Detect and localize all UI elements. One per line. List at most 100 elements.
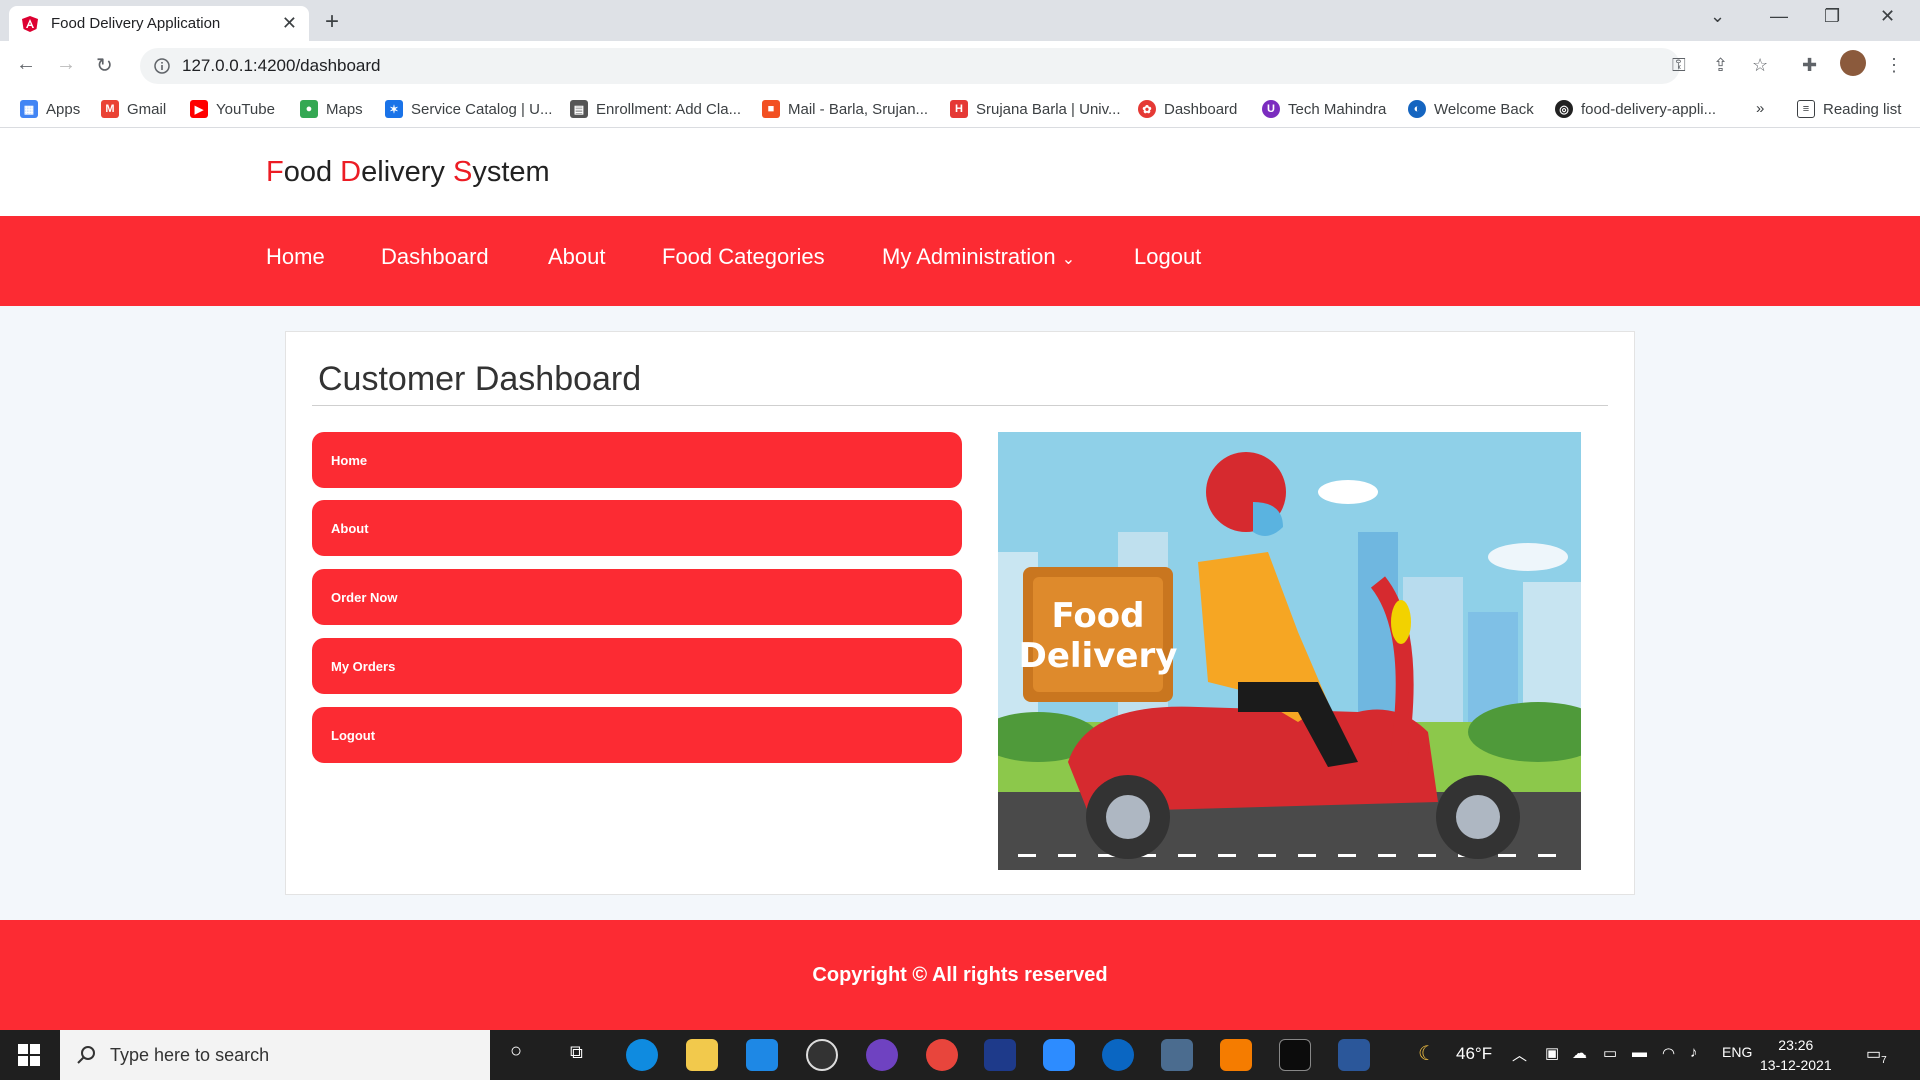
nav-my-administration[interactable]: My Administration ⌄ <box>882 244 1075 270</box>
clock[interactable]: 23:26 13-12-2021 <box>1760 1035 1832 1075</box>
reading-list-button[interactable]: ≡ Reading list <box>1797 100 1901 118</box>
profile-avatar[interactable] <box>1840 50 1866 76</box>
browser-tab[interactable]: Food Delivery Application ✕ <box>9 6 309 41</box>
minimize-icon[interactable]: — <box>1770 6 1788 27</box>
bookmark-service-catalog[interactable]: ✶ Service Catalog | U... <box>385 100 552 118</box>
download-icon[interactable] <box>1161 1039 1193 1071</box>
bookmark-mail[interactable]: ■ Mail - Barla, Srujan... <box>762 100 928 118</box>
weather-moon-icon: ☾ <box>1418 1043 1436 1065</box>
title-divider <box>312 405 1608 406</box>
tech-mahindra-icon: U <box>1262 100 1280 118</box>
cortana-icon[interactable]: ○ <box>510 1040 522 1063</box>
notification-icon[interactable]: ▭7 <box>1866 1044 1887 1066</box>
weather-temp[interactable]: 46°F <box>1456 1044 1492 1064</box>
dashboard-card: Customer Dashboard Home About Order Now … <box>285 331 1635 895</box>
bookmark-apps[interactable]: ▦ Apps <box>20 100 80 118</box>
tab-title: Food Delivery Application <box>51 15 221 32</box>
service-catalog-icon: ✶ <box>385 100 403 118</box>
site-header: Food Delivery System <box>0 128 1920 216</box>
restore-icon[interactable]: ❐ <box>1824 6 1840 27</box>
address-bar[interactable]: 127.0.0.1:4200/dashboard <box>140 48 1680 84</box>
windows-taskbar: Type here to search ○ ⧉ ☾ 46°F ︿ ▣ ☁ ▭ ▬… <box>0 1030 1920 1080</box>
more-bookmarks-button[interactable]: » <box>1756 100 1764 117</box>
webstorm-icon[interactable] <box>984 1039 1016 1071</box>
language-indicator[interactable]: ENG <box>1722 1044 1752 1060</box>
meet-icon[interactable]: ▣ <box>1545 1044 1559 1062</box>
wifi-icon[interactable]: ◠ <box>1662 1044 1675 1062</box>
nav-food-categories[interactable]: Food Categories <box>662 244 825 270</box>
clock-date: 13-12-2021 <box>1760 1057 1832 1073</box>
close-tab-icon[interactable]: ✕ <box>282 13 297 34</box>
display-icon[interactable]: ▭ <box>1603 1044 1617 1062</box>
bookmark-star-icon[interactable]: ☆ <box>1752 55 1768 76</box>
task-view-icon[interactable]: ⧉ <box>570 1042 583 1063</box>
tab-strip: Food Delivery Application ✕ + ⌄ — ❐ ✕ <box>0 0 1920 41</box>
tray-chevron-icon[interactable]: ︿ <box>1512 1044 1527 1065</box>
microsoft-icon: ■ <box>762 100 780 118</box>
window-close-icon[interactable]: ✕ <box>1880 6 1895 27</box>
bookmark-dashboard[interactable]: ✿ Dashboard <box>1138 100 1237 118</box>
tab-search-icon[interactable]: ⌄ <box>1710 6 1725 27</box>
nav-dashboard[interactable]: Dashboard <box>381 244 489 270</box>
nav-home[interactable]: Home <box>266 244 325 270</box>
dashboard-about-button[interactable]: About <box>312 500 962 556</box>
search-icon <box>76 1045 96 1065</box>
dashboard-logout-button[interactable]: Logout <box>312 707 962 763</box>
main-navbar: Home Dashboard About Food Categories My … <box>0 216 1920 306</box>
menu-dots-icon[interactable]: ⋮ <box>1885 55 1903 76</box>
xampp-icon[interactable] <box>1220 1039 1252 1071</box>
windows-start-icon[interactable] <box>18 1044 40 1066</box>
angular-favicon-icon <box>21 15 39 33</box>
maps-pin-icon: ● <box>300 100 318 118</box>
edge-icon[interactable] <box>626 1039 658 1071</box>
github-desktop-icon[interactable] <box>866 1039 898 1071</box>
bookmark-github[interactable]: ◎ food-delivery-appli... <box>1555 100 1716 118</box>
youtube-icon: ▶ <box>190 100 208 118</box>
bookmark-srujana[interactable]: H Srujana Barla | Univ... <box>950 100 1121 118</box>
nav-logout[interactable]: Logout <box>1134 244 1201 270</box>
zoom-icon[interactable] <box>1043 1039 1075 1071</box>
dashboard-my-orders-button[interactable]: My Orders <box>312 638 962 694</box>
dashboard-order-now-button[interactable]: Order Now <box>312 569 962 625</box>
delivery-illustration: Food Delivery <box>998 432 1581 870</box>
info-icon[interactable] <box>154 58 170 74</box>
bookmark-maps[interactable]: ● Maps <box>300 100 363 118</box>
reading-list-icon: ≡ <box>1797 100 1815 118</box>
mail-icon[interactable] <box>746 1039 778 1071</box>
taskbar-search[interactable]: Type here to search <box>60 1030 490 1080</box>
brand-logo[interactable]: Food Delivery System <box>266 156 550 189</box>
onedrive-icon[interactable]: ☁ <box>1572 1044 1587 1062</box>
share-icon[interactable]: ⇪ <box>1713 55 1728 76</box>
page-title: Customer Dashboard <box>318 360 642 398</box>
extensions-icon[interactable]: ✚ <box>1802 55 1817 76</box>
new-tab-button[interactable]: + <box>325 8 339 36</box>
volume-icon[interactable]: ♪ <box>1690 1044 1698 1061</box>
browser-toolbar: ← → ↻ 127.0.0.1:4200/dashboard ⚿ ⇪ ☆ ✚ ⋮ <box>0 41 1920 91</box>
back-icon[interactable]: ← <box>16 53 36 76</box>
globe-icon: ◐ <box>1408 100 1426 118</box>
nav-about[interactable]: About <box>548 244 606 270</box>
bookmark-welcome-back[interactable]: ◐ Welcome Back <box>1408 100 1534 118</box>
terminal-icon[interactable] <box>1279 1039 1311 1071</box>
bookmark-gmail[interactable]: M Gmail <box>101 100 166 118</box>
dell-icon[interactable] <box>806 1039 838 1071</box>
box-text-delivery: Delivery <box>1019 636 1178 676</box>
chrome-icon[interactable] <box>926 1039 958 1071</box>
dashboard-home-button[interactable]: Home <box>312 432 962 488</box>
file-explorer-icon[interactable] <box>686 1039 718 1071</box>
word-icon[interactable] <box>1338 1039 1370 1071</box>
search-placeholder: Type here to search <box>110 1044 270 1065</box>
bookmark-enrollment[interactable]: ▤ Enrollment: Add Cla... <box>570 100 741 118</box>
github-icon: ◎ <box>1555 100 1573 118</box>
bookmark-tech-mahindra[interactable]: U Tech Mahindra <box>1262 100 1386 118</box>
box-text-food: Food <box>1052 596 1145 636</box>
bookmark-youtube[interactable]: ▶ YouTube <box>190 100 275 118</box>
gmail-icon: M <box>101 100 119 118</box>
reload-icon[interactable]: ↻ <box>96 53 113 78</box>
battery-icon[interactable]: ▬ <box>1632 1044 1647 1061</box>
forward-icon[interactable]: → <box>56 53 76 76</box>
key-icon[interactable]: ⚿ <box>1672 55 1686 76</box>
dashboard-icon: ✿ <box>1138 100 1156 118</box>
wordpad-icon[interactable] <box>1102 1039 1134 1071</box>
copyright-text: Copyright © All rights reserved <box>812 964 1108 986</box>
